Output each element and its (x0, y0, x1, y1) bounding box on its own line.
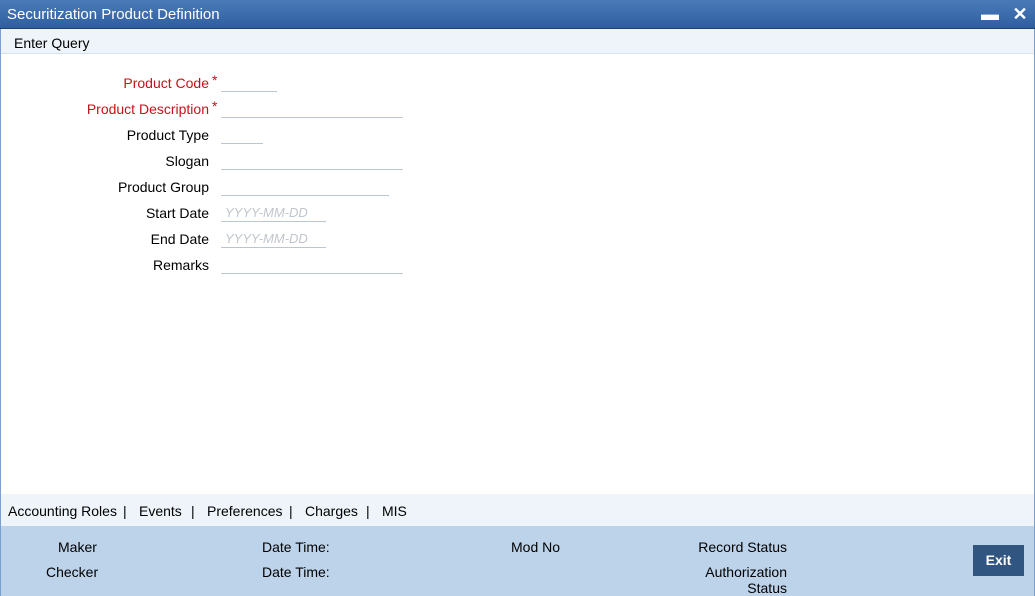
required-marker: * (212, 98, 218, 114)
slogan-input[interactable] (221, 152, 403, 170)
tab-separator: | (123, 503, 127, 519)
product-group-input[interactable] (221, 178, 389, 196)
mod-no-label: Mod No (511, 539, 561, 555)
product-description-input[interactable] (221, 100, 403, 118)
exit-button[interactable]: Exit (973, 545, 1024, 576)
start-date-label: Start Date (145, 205, 209, 221)
slogan-label: Slogan (165, 153, 209, 169)
product-type-label: Product Type (126, 127, 209, 143)
product-code-input[interactable] (221, 74, 277, 92)
end-date-label: End Date (150, 231, 209, 247)
required-marker: * (212, 72, 218, 88)
subscreen-tabs: Accounting Roles | Events | Preferences … (1, 494, 1034, 526)
authorization-status-label: Status (747, 580, 787, 596)
minimize-icon[interactable]: ▬ (980, 3, 1000, 25)
start-date-input[interactable] (221, 204, 326, 222)
audit-footer: Maker Checker Date Time: Date Time: Mod … (1, 526, 1034, 596)
remarks-input[interactable] (221, 256, 403, 274)
tab-separator: | (289, 503, 293, 519)
tab-mis[interactable]: MIS (382, 503, 407, 519)
remarks-label: Remarks (152, 257, 209, 273)
tab-preferences[interactable]: Preferences (207, 503, 282, 519)
maker-date-time-label: Date Time: (262, 539, 330, 555)
checker-date-time-label: Date Time: (262, 564, 330, 580)
maker-label: Maker (58, 539, 97, 555)
window-title: Securitization Product Definition (7, 6, 220, 23)
close-icon[interactable]: ✕ (1010, 3, 1030, 25)
product-type-input[interactable] (221, 126, 263, 144)
authorization-label: Authorization (705, 564, 787, 580)
enter-query-button[interactable]: Enter Query (14, 35, 89, 51)
product-description-label: Product Description (86, 101, 209, 117)
checker-label: Checker (46, 564, 99, 580)
product-group-label: Product Group (117, 179, 209, 195)
tab-charges[interactable]: Charges (305, 503, 358, 519)
record-status-label: Record Status (698, 539, 787, 555)
product-code-label: Product Code (123, 75, 209, 91)
tab-separator: | (366, 503, 370, 519)
toolbar: Enter Query (1, 29, 1034, 54)
end-date-input[interactable] (221, 230, 326, 248)
window-titlebar: Securitization Product Definition ▬ ✕ (0, 0, 1035, 29)
tab-separator: | (191, 503, 195, 519)
tab-accounting-roles[interactable]: Accounting Roles (8, 503, 117, 519)
tab-events[interactable]: Events (139, 503, 182, 519)
